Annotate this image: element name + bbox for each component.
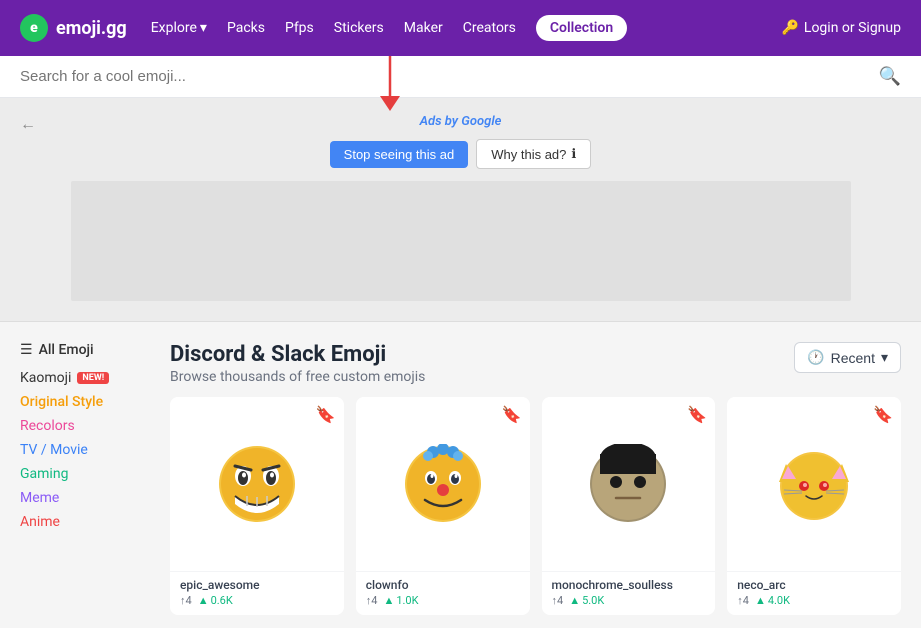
search-bar: 🔍 [0,56,921,98]
original-style-label: Original Style [20,394,103,410]
emoji-name: neco_arc [737,578,891,592]
nav-stickers[interactable]: Stickers [334,20,384,36]
kaomoji-label: Kaomoji [20,370,71,386]
bookmark-icon[interactable]: 🔖 [873,405,893,424]
info-icon: ℹ [571,146,576,162]
stat-growth: ▲ 5.0K [569,594,604,607]
meme-label: Meme [20,490,59,506]
nav-packs[interactable]: Packs [227,20,265,36]
back-arrow[interactable]: ← [20,114,36,134]
sidebar-item-gaming[interactable]: Gaming [20,466,150,482]
tv-movie-label: TV / Movie [20,442,88,458]
section-title: Discord & Slack Emoji [170,342,425,367]
logo-icon: e [20,14,48,42]
stop-ad-button[interactable]: Stop seeing this ad [330,141,469,168]
menu-icon: ☰ [20,342,33,358]
chevron-down-icon: ▾ [881,349,888,366]
nav-links: Explore ▾ Packs Pfps Stickers Maker Crea… [151,15,758,41]
emoji-name: epic_awesome [180,578,334,592]
sidebar-item-tv-movie[interactable]: TV / Movie [20,442,150,458]
emoji-card[interactable]: 🔖 clownfo ↑4 ▲ 1.0K [356,397,530,615]
stat-growth: ▲ 4.0K [755,594,790,607]
emoji-stats: ↑4 ▲ 0.6K [180,594,334,607]
sidebar-item-original-style[interactable]: Original Style [20,394,150,410]
emoji-stats: ↑4 ▲ 5.0K [552,594,706,607]
emoji-card[interactable]: 🔖 epic_awesome ↑4 ▲ 0.6K [170,397,344,615]
bookmark-icon[interactable]: 🔖 [502,405,522,424]
recent-label: Recent [831,350,875,366]
section-header: Discord & Slack Emoji Browse thousands o… [170,342,901,385]
bookmark-icon[interactable]: 🔖 [316,405,336,424]
arrow-annotation [370,56,410,120]
recent-button[interactable]: 🕐 Recent ▾ [794,342,901,373]
nav-pfps[interactable]: Pfps [285,20,314,36]
header: e emoji.gg Explore ▾ Packs Pfps Stickers… [0,0,921,56]
emoji-stats: ↑4 ▲ 1.0K [366,594,520,607]
search-input[interactable] [20,68,879,85]
stat-count: ↑4 [180,594,192,607]
ad-buttons: Stop seeing this ad Why this ad? ℹ [330,139,592,169]
sidebar-item-meme[interactable]: Meme [20,490,150,506]
sidebar-item-kaomoji[interactable]: Kaomoji New! [20,370,150,386]
stat-growth: ▲ 0.6K [198,594,233,607]
stat-count: ↑4 [366,594,378,607]
clock-icon: 🕐 [807,349,824,366]
sidebar: ☰ All Emoji Kaomoji New! Original Style … [20,342,150,615]
search-button[interactable]: 🔍 [879,66,901,87]
ad-area: ← Ads by Google Stop seeing this ad Why … [0,98,921,322]
nav-collection[interactable]: Collection [536,15,627,41]
emoji-name: monochrome_soulless [552,578,706,592]
stat-count: ↑4 [552,594,564,607]
emoji-stats: ↑4 ▲ 4.0K [737,594,891,607]
stat-count: ↑4 [737,594,749,607]
emoji-name: clownfo [366,578,520,592]
card-info: neco_arc ↑4 ▲ 4.0K [727,571,901,615]
nav-explore[interactable]: Explore ▾ [151,20,207,36]
new-badge: New! [77,372,109,384]
nav-creators[interactable]: Creators [463,20,516,36]
stat-growth: ▲ 1.0K [383,594,418,607]
section-subtitle: Browse thousands of free custom emojis [170,369,425,385]
emoji-section: Discord & Slack Emoji Browse thousands o… [170,342,901,615]
emoji-card[interactable]: 🔖 neco_arc ↑4 ▲ 4.0K [727,397,901,615]
main-content: ☰ All Emoji Kaomoji New! Original Style … [0,322,921,615]
nav-maker[interactable]: Maker [404,20,443,36]
why-ad-button[interactable]: Why this ad? ℹ [476,139,591,169]
card-info: epic_awesome ↑4 ▲ 0.6K [170,571,344,615]
bookmark-icon[interactable]: 🔖 [687,405,707,424]
sidebar-item-all-emoji[interactable]: ☰ All Emoji [20,342,150,358]
logo[interactable]: e emoji.gg [20,14,127,42]
sidebar-item-recolors[interactable]: Recolors [20,418,150,434]
gaming-label: Gaming [20,466,68,482]
sidebar-item-anime[interactable]: Anime [20,514,150,530]
recolors-label: Recolors [20,418,75,434]
emoji-grid: 🔖 epic_awesome ↑4 ▲ 0.6K [170,397,901,615]
ads-by-google: Ads by Google [420,114,502,129]
anime-label: Anime [20,514,60,530]
logo-name: emoji.gg [56,18,127,39]
emoji-card[interactable]: 🔖 monochrome_soulless ↑4 ▲ 5.0K [542,397,716,615]
ad-placeholder [71,181,851,301]
section-title-group: Discord & Slack Emoji Browse thousands o… [170,342,425,385]
card-info: clownfo ↑4 ▲ 1.0K [356,571,530,615]
card-info: monochrome_soulless ↑4 ▲ 5.0K [542,571,716,615]
login-button[interactable]: 🔑 Login or Signup [781,20,901,36]
